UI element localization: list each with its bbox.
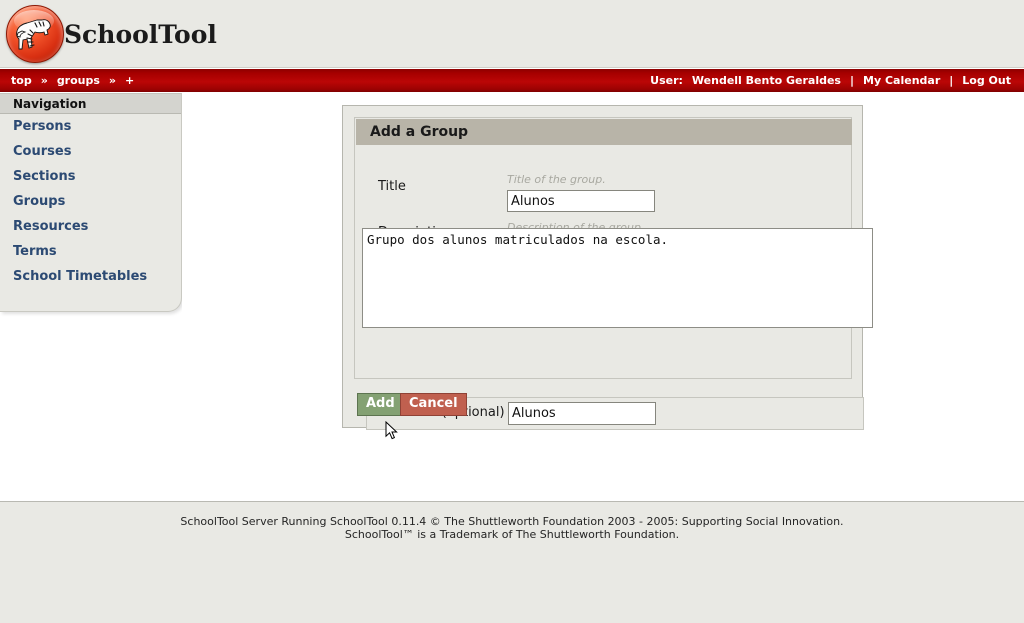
sidebar-item-terms[interactable]: Terms xyxy=(0,239,181,264)
title-field-hint: Title of the group. xyxy=(507,173,606,186)
masthead: SchoolTool xyxy=(0,0,1024,68)
title-input[interactable] xyxy=(507,190,655,212)
zebra-glyph-icon xyxy=(16,19,51,50)
footer: SchoolTool Server Running SchoolTool 0.1… xyxy=(0,501,1024,623)
breadcrumb-item-groups[interactable]: groups xyxy=(57,74,100,87)
zebra-logo-icon xyxy=(6,5,64,63)
app-window: SchoolTool top » groups » + User: Wendel… xyxy=(0,0,1024,623)
breadcrumb-add-plus-icon[interactable]: + xyxy=(125,74,134,87)
user-label: User: xyxy=(650,74,683,87)
sidebar-header: Navigation xyxy=(0,93,181,114)
chevron-double-right-icon-2: » xyxy=(108,74,117,87)
description-textarea[interactable] xyxy=(362,228,873,328)
sidebar-item-resources[interactable]: Resources xyxy=(0,214,181,239)
app-logo xyxy=(6,5,64,63)
breadcrumb: top » groups » + xyxy=(11,74,134,87)
user-name: Wendell Bento Geraldes xyxy=(691,74,841,87)
form-header-title: Add a Group xyxy=(356,119,852,145)
breadcrumb-item-top[interactable]: top xyxy=(11,74,32,87)
sidebar-item-school-timetables[interactable]: School Timetables xyxy=(0,264,181,289)
sidebar-item-courses[interactable]: Courses xyxy=(0,139,181,164)
identifier-input[interactable] xyxy=(508,402,656,425)
top-navbar: top » groups » + User: Wendell Bento Ger… xyxy=(0,69,1024,92)
footer-line-1: SchoolTool Server Running SchoolTool 0.1… xyxy=(180,515,844,528)
footer-line-2: SchoolTool™ is a Trademark of The Shuttl… xyxy=(344,528,680,541)
page-title: SchoolTool xyxy=(64,20,217,49)
user-bar: User: Wendell Bento Geraldes | My Calend… xyxy=(650,74,1011,87)
my-calendar-link[interactable]: My Calendar xyxy=(863,74,940,87)
add-button[interactable]: Add xyxy=(357,393,404,416)
separator-2: | xyxy=(949,74,954,87)
sidebar-item-sections[interactable]: Sections xyxy=(0,164,181,189)
separator-1: | xyxy=(849,74,855,87)
sidebar: Navigation Persons Courses Sections Grou… xyxy=(0,93,182,312)
title-field-label: Title xyxy=(378,179,406,194)
chevron-double-right-icon: » xyxy=(40,74,48,87)
sidebar-item-groups[interactable]: Groups xyxy=(0,189,181,214)
sidebar-item-persons[interactable]: Persons xyxy=(0,114,181,139)
log-out-link[interactable]: Log Out xyxy=(962,74,1011,87)
cancel-button[interactable]: Cancel xyxy=(400,393,467,416)
mouse-cursor-icon xyxy=(385,421,398,440)
